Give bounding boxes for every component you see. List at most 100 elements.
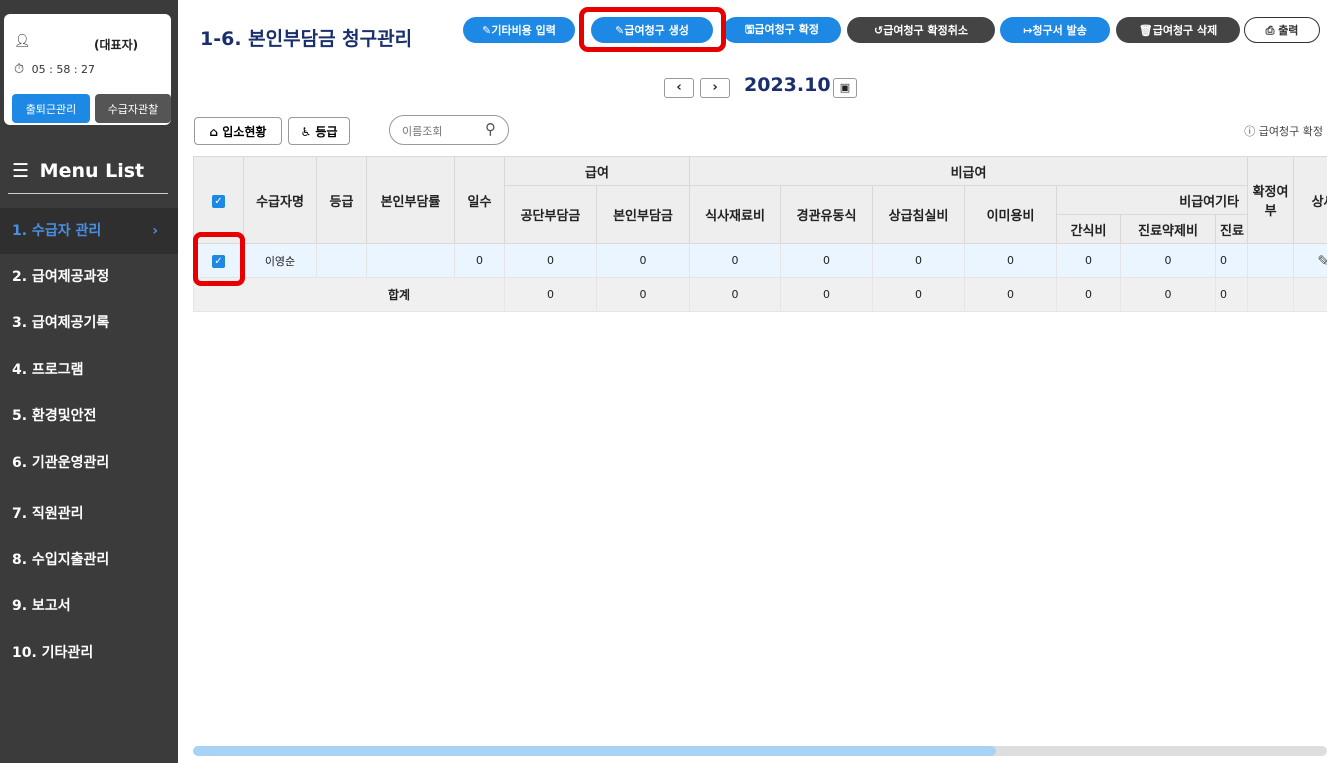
highlight-row-checkbox (193, 232, 245, 286)
delete-claim-button[interactable]: 🗑급여청구 삭제 (1116, 17, 1240, 43)
total-food: 0 (689, 277, 782, 312)
cell-name: 이영순 (243, 243, 317, 278)
user-info-box: 👤︎ (대표자) ⏱ 05 : 58 : 27 출퇴근관리 수급자관찰 (4, 14, 171, 125)
grade-label: 등급 (315, 124, 338, 139)
menu-item-label: 2. 급여제공과정 (12, 269, 110, 285)
menu-item-staff[interactable]: 7. 직원관리 (0, 491, 178, 537)
person-icon: 👤︎ (14, 34, 31, 49)
col-public: 공단부담금 (504, 185, 597, 244)
col-confirm: 확정여부 (1247, 156, 1295, 244)
col-detail: 상세 (1293, 156, 1327, 244)
menu-item-label: 5. 환경및안전 (12, 408, 97, 424)
observation-button[interactable]: 수급자관찰 (95, 94, 171, 123)
menu-title: ☰ Menu List (12, 160, 144, 182)
total-room: 0 (872, 277, 966, 312)
cell-confirm (1247, 243, 1295, 278)
prev-month-button[interactable]: ‹ (664, 78, 694, 98)
col-rate: 본인부담률 (366, 156, 455, 244)
col-cut: 진료 (1215, 214, 1249, 244)
scrollbar-thumb[interactable] (193, 746, 996, 756)
chevron-left-icon: ‹ (676, 80, 682, 95)
chevron-right-icon: › (152, 223, 158, 239)
menu-item-report[interactable]: 9. 보고서 (0, 583, 178, 629)
next-month-button[interactable]: › (700, 78, 730, 98)
print-button[interactable]: ⎙ 출력 (1244, 17, 1320, 43)
menu-item-label: 10. 기타관리 (12, 645, 94, 661)
highlight-create-claim (579, 7, 726, 52)
help-link[interactable]: ⓘ 급여청구 확정 (1244, 123, 1323, 139)
col-grade: 등급 (316, 156, 367, 244)
group-non-benefit-other: 비급여기타 (1056, 185, 1249, 215)
search-icon[interactable]: ⚲ (485, 120, 496, 138)
total-snack: 0 (1056, 277, 1122, 312)
cell-tube: 0 (780, 243, 874, 278)
col-days: 일수 (454, 156, 505, 244)
menu-item-label: 3. 급여제공기록 (12, 315, 110, 331)
cell-cut: 0 (1215, 243, 1249, 278)
cell-self: 0 (595, 243, 691, 278)
cell-medicine: 0 (1120, 243, 1217, 278)
col-self: 본인부담금 (595, 185, 691, 244)
menu-item-benefit-process[interactable]: 2. 급여제공과정 (0, 254, 178, 300)
menu-item-safety[interactable]: 5. 환경및안전 (0, 393, 178, 439)
total-tube: 0 (780, 277, 874, 312)
calendar-icon: ▣ (839, 81, 851, 94)
confirm-claim-button[interactable]: 🖫급여청구 확정 (723, 17, 841, 43)
menu-item-recipient[interactable]: 1. 수급자 관리 › (0, 208, 178, 254)
question-icon: ⓘ (1244, 125, 1256, 138)
total-detail (1293, 277, 1327, 312)
horizontal-scrollbar[interactable] (193, 746, 1327, 756)
attendance-button[interactable]: 출퇴근관리 (12, 94, 90, 123)
total-confirm (1247, 277, 1295, 312)
session-time: 05 : 58 : 27 (31, 63, 96, 76)
help-label: 급여청구 확정 (1258, 125, 1323, 138)
total-public: 0 (504, 277, 597, 312)
col-medicine: 진료약제비 (1120, 214, 1217, 244)
select-all-header[interactable]: ✓ (193, 156, 244, 244)
grade-filter-button[interactable]: ♿ 등급 (288, 117, 350, 145)
total-medicine: 0 (1120, 277, 1217, 312)
name-search: ⚲ (389, 115, 509, 145)
calendar-button[interactable]: ▣ (833, 78, 857, 98)
other-cost-button[interactable]: ✎기타비용 입력 (463, 17, 575, 43)
menu-item-label: 1. 수급자 관리 (12, 223, 102, 239)
cell-detail[interactable]: ✎ (1293, 243, 1327, 278)
table-row[interactable]: ✓ 이영순 0 0 0 0 0 0 0 0 0 0 ✎ (193, 243, 1327, 278)
group-non-benefit: 비급여 (689, 156, 1249, 186)
send-invoice-button[interactable]: ↦청구서 발송 (1000, 17, 1110, 43)
period-label: 2023.10 (744, 74, 831, 96)
user-role: (대표자) (94, 38, 139, 52)
admission-label: 입소현황 (222, 124, 267, 139)
col-snack: 간식비 (1056, 214, 1122, 244)
name-search-input[interactable] (402, 122, 472, 140)
hamburger-icon: ☰ (12, 160, 30, 182)
menu-item-etc[interactable]: 10. 기타관리 (0, 630, 178, 676)
total-beauty: 0 (964, 277, 1058, 312)
menu-item-finance[interactable]: 8. 수입지출관리 (0, 537, 178, 583)
cancel-confirm-button[interactable]: ↺급여청구 확정취소 (847, 17, 995, 43)
cell-snack: 0 (1056, 243, 1122, 278)
sidebar: 👤︎ (대표자) ⏱ 05 : 58 : 27 출퇴근관리 수급자관찰 ☰ Me… (0, 0, 178, 763)
total-cut: 0 (1215, 277, 1249, 312)
checkbox-checked-icon[interactable]: ✓ (212, 194, 225, 208)
menu-divider (8, 193, 168, 194)
menu-item-program[interactable]: 4. 프로그램 (0, 347, 178, 393)
cell-beauty: 0 (964, 243, 1058, 278)
col-food: 식사재료비 (689, 185, 782, 244)
total-self: 0 (595, 277, 691, 312)
menu-item-benefit-record[interactable]: 3. 급여제공기록 (0, 300, 178, 346)
admission-status-button[interactable]: ⌂ 입소현황 (194, 117, 282, 145)
total-row: 합계 0 0 0 0 0 0 0 0 0 (193, 277, 1327, 312)
col-name: 수급자명 (243, 156, 317, 244)
menu-item-operation[interactable]: 6. 기관운영관리 (0, 440, 178, 486)
wheelchair-icon: ♿ (300, 124, 312, 139)
col-room: 상급침실비 (872, 185, 966, 244)
col-beauty: 이미용비 (964, 185, 1058, 244)
cell-grade (316, 243, 367, 278)
cell-days: 0 (454, 243, 505, 278)
claim-table: ✓ 수급자명 등급 본인부담률 일수 급여 비급여 확정여부 상세 공단부담금 … (193, 156, 1327, 316)
menu-item-label: 4. 프로그램 (12, 362, 84, 378)
cell-public: 0 (504, 243, 597, 278)
group-benefit: 급여 (503, 156, 691, 186)
edit-icon[interactable]: ✎ (1317, 252, 1327, 270)
